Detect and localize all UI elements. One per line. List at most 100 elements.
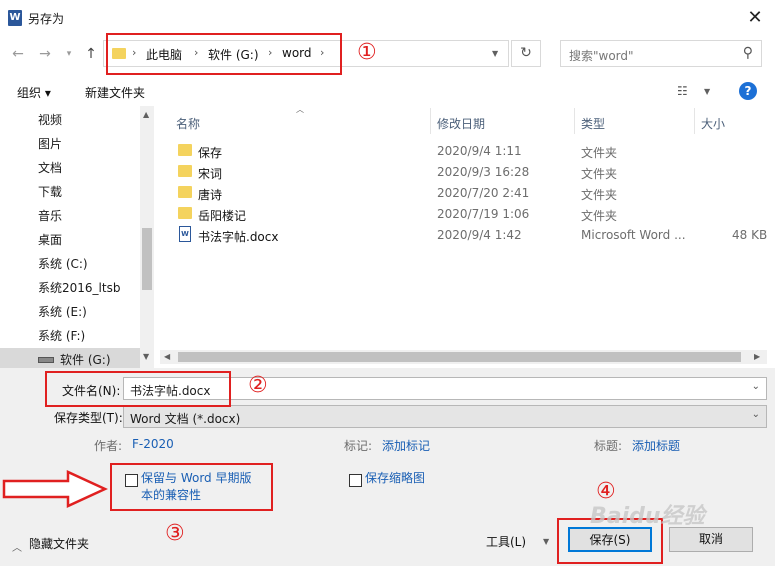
scroll-down-icon[interactable]: ▼: [143, 352, 149, 361]
address-dropdown-icon[interactable]: ▼: [492, 49, 498, 58]
tools-dropdown-icon[interactable]: ▼: [543, 537, 549, 546]
sidebar-item-label: 系统 (C:): [38, 257, 88, 271]
sidebar-item-label: 文档: [38, 161, 63, 175]
sidebar-item-drive-e[interactable]: 系统 (E:): [38, 300, 154, 324]
view-dropdown-icon[interactable]: ▼: [704, 87, 710, 96]
file-row[interactable]: 宋词 2020/9/3 16:28 文件夹: [176, 162, 766, 183]
file-name: 保存: [198, 146, 223, 160]
sort-indicator-icon: ︿: [296, 105, 304, 114]
title-field[interactable]: 添加标题: [632, 437, 680, 454]
forward-arrow-icon[interactable]: →: [36, 44, 54, 64]
up-arrow-icon[interactable]: ↑: [82, 44, 100, 64]
file-name: 书法字帖.docx: [198, 230, 279, 244]
refresh-icon[interactable]: ↻: [511, 40, 541, 67]
close-icon[interactable]: ✕: [743, 6, 767, 30]
file-name: 宋词: [198, 167, 223, 181]
save-thumbnail-label[interactable]: 保存缩略图: [365, 470, 425, 487]
new-folder-button[interactable]: 新建文件夹: [85, 84, 145, 101]
sidebar-item-label: 软件 (G:): [60, 353, 111, 367]
file-date: 2020/7/19 1:06: [437, 207, 530, 221]
sidebar-item-desktop[interactable]: 桌面: [38, 228, 154, 252]
search-input[interactable]: 搜索"word": [569, 47, 634, 64]
scroll-right-icon[interactable]: ▶: [754, 352, 760, 361]
file-date: 2020/9/4 1:11: [437, 144, 522, 158]
tags-field[interactable]: 添加标记: [382, 437, 430, 454]
folder-icon: [178, 186, 192, 198]
annotation-marker-3: ③: [165, 521, 185, 546]
folder-icon: [178, 165, 192, 177]
file-type: 文件夹: [581, 167, 618, 181]
column-header-type[interactable]: 类型: [581, 115, 605, 132]
column-divider[interactable]: [430, 108, 431, 134]
view-options-icon[interactable]: ☷: [677, 84, 688, 98]
file-row[interactable]: W 书法字帖.docx 2020/9/4 1:42 Microsoft Word…: [176, 225, 767, 246]
column-header-date[interactable]: 修改日期: [437, 115, 485, 132]
sidebar-item-label: 系统 (E:): [38, 305, 87, 319]
word-document-icon: W: [179, 226, 191, 242]
file-date: 2020/9/4 1:42: [437, 228, 522, 242]
sidebar-item-music[interactable]: ♪ 音乐: [38, 204, 154, 228]
filetype-value: Word 文档 (*.docx): [130, 412, 241, 426]
file-type: 文件夹: [581, 188, 618, 202]
file-type: Microsoft Word ...: [581, 228, 686, 242]
sidebar-item-label: 下载: [38, 185, 63, 199]
annotation-box-2: [45, 371, 231, 407]
organize-menu-button[interactable]: 组织 ▾: [17, 84, 51, 101]
folder-icon: [178, 144, 192, 156]
file-row[interactable]: 岳阳楼记 2020/7/19 1:06 文件夹: [176, 204, 766, 225]
annotation-marker-1: ①: [357, 40, 377, 65]
column-divider[interactable]: [694, 108, 695, 134]
chevron-down-icon[interactable]: ⌄: [752, 381, 760, 392]
annotation-arrow-icon: [2, 470, 108, 508]
file-list-scroll-thumb[interactable]: [178, 352, 741, 362]
sidebar-item-label: 视频: [38, 113, 63, 127]
column-header-size[interactable]: 大小: [701, 115, 725, 132]
sidebar-item-documents[interactable]: 文档: [38, 156, 154, 180]
sidebar-item-drive-f[interactable]: 系统 (F:): [38, 324, 154, 348]
tools-menu-button[interactable]: 工具(L): [486, 533, 526, 550]
scroll-up-icon[interactable]: ▲: [143, 110, 149, 119]
sidebar-item-drive-system2016[interactable]: 系统2016_ltsb: [38, 276, 154, 300]
chevron-up-icon[interactable]: ︿: [12, 539, 22, 554]
nav-pane-scroll-thumb[interactable]: [142, 228, 152, 290]
title-label: 标题:: [594, 439, 623, 453]
tags-label: 标记:: [344, 439, 373, 453]
help-icon[interactable]: ?: [739, 82, 757, 100]
sidebar-item-videos[interactable]: 视频: [38, 108, 154, 132]
sidebar-item-pictures[interactable]: 图片: [38, 132, 154, 156]
file-row[interactable]: 唐诗 2020/7/20 2:41 文件夹: [176, 183, 766, 204]
search-box[interactable]: 搜索"word" ⚲: [560, 40, 762, 67]
folder-icon: [178, 207, 192, 219]
drive-icon: [38, 357, 54, 363]
file-name: 岳阳楼记: [198, 209, 247, 223]
recent-locations-chevron-icon[interactable]: ▾: [60, 44, 78, 64]
column-divider[interactable]: [574, 108, 575, 134]
window-title: 另存为: [28, 12, 65, 26]
watermark: Baidu经验: [590, 504, 705, 529]
author-label: 作者:: [94, 439, 123, 453]
author-field[interactable]: F-2020: [132, 437, 174, 451]
filetype-label: 保存类型(T):: [54, 411, 123, 425]
scroll-left-icon[interactable]: ◀: [164, 352, 170, 361]
filetype-select[interactable]: Word 文档 (*.docx) ⌄: [123, 405, 767, 428]
cancel-button[interactable]: 取消: [669, 527, 753, 552]
chevron-down-icon[interactable]: ⌄: [752, 409, 760, 420]
sidebar-item-label: 系统2016_ltsb: [38, 281, 121, 295]
sidebar-item-label: 音乐: [38, 209, 63, 223]
annotation-box-3: [110, 463, 273, 511]
title-bar: W 另存为 ✕: [0, 0, 775, 36]
column-header-name[interactable]: 名称: [176, 115, 200, 132]
sidebar-item-label: 系统 (F:): [38, 329, 86, 343]
annotation-marker-2: ②: [248, 373, 268, 398]
file-date: 2020/7/20 2:41: [437, 186, 530, 200]
hide-folders-button[interactable]: 隐藏文件夹: [29, 535, 89, 552]
sidebar-item-label: 桌面: [38, 233, 63, 247]
save-thumbnail-checkbox[interactable]: [349, 474, 362, 487]
sidebar-item-downloads[interactable]: ↓ 下载: [38, 180, 154, 204]
sidebar-item-drive-c[interactable]: 系统 (C:): [38, 252, 154, 276]
search-icon: ⚲: [742, 45, 753, 61]
file-row[interactable]: 保存 2020/9/4 1:11 文件夹: [176, 141, 766, 162]
annotation-box-1: [106, 33, 342, 75]
file-type: 文件夹: [581, 209, 618, 223]
back-arrow-icon[interactable]: ←: [9, 44, 27, 64]
